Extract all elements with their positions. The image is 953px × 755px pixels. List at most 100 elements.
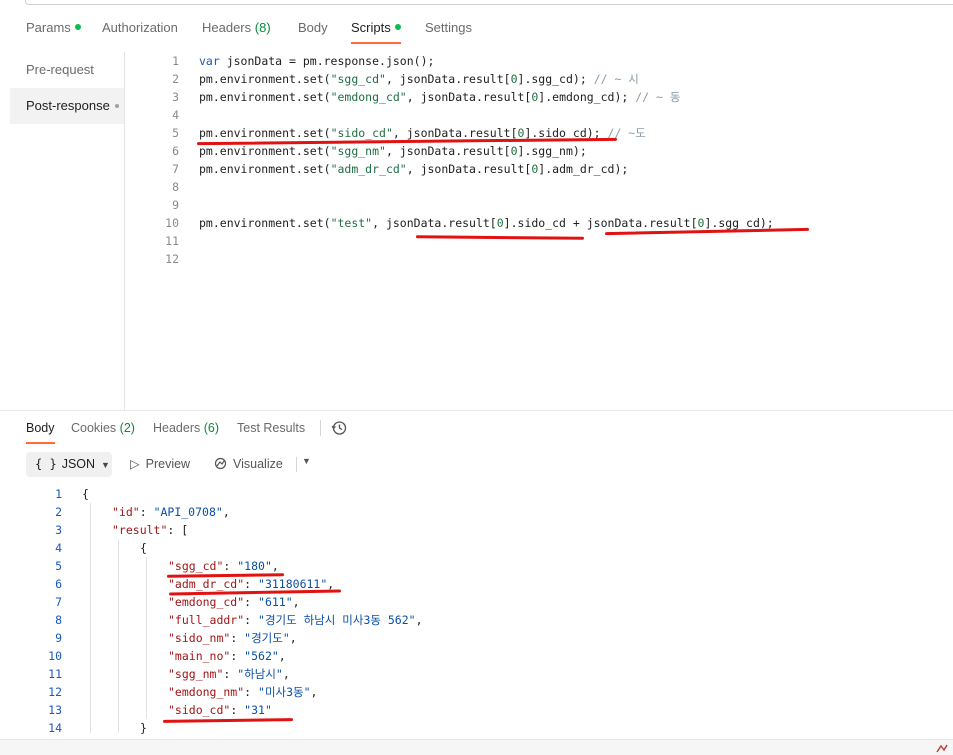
json-value: "611" bbox=[258, 595, 293, 609]
code-string: "adm_dr_cd" bbox=[330, 162, 407, 176]
url-input-frame[interactable] bbox=[25, 0, 953, 5]
json-line: 11 "sgg_nm": "하남시", bbox=[0, 665, 290, 683]
code-segment: , jsonData.result[ bbox=[406, 90, 532, 104]
code-segment: pm.environment.set( bbox=[199, 144, 331, 158]
code-segment: , jsonData.result[ bbox=[385, 72, 511, 86]
json-line: 3 "result": [ bbox=[0, 521, 188, 539]
code-text: pm.environment.set("sgg_nm", jsonData.re… bbox=[199, 142, 587, 160]
code-segment: ].emdong_cd); bbox=[538, 90, 636, 104]
format-separator bbox=[296, 457, 297, 472]
code-line: 2 pm.environment.set("sgg_cd", jsonData.r… bbox=[125, 70, 639, 88]
tab-headers-label: Headers bbox=[202, 20, 252, 35]
panel-divider[interactable] bbox=[0, 410, 953, 411]
line-number: 2 bbox=[55, 505, 62, 519]
json-brace: } bbox=[140, 721, 147, 735]
tab-headers-count: (8) bbox=[254, 20, 271, 35]
code-string: "emdong_cd" bbox=[330, 90, 407, 104]
tab-scripts[interactable]: Scripts bbox=[351, 20, 401, 44]
visualize-label: Visualize bbox=[233, 457, 283, 471]
tab-test-results[interactable]: Test Results bbox=[237, 421, 305, 444]
bootcamp-icon[interactable] bbox=[935, 742, 949, 754]
json-line: 12 "emdong_nm": "미사3동", bbox=[0, 683, 317, 701]
code-number: 0 bbox=[510, 144, 518, 158]
visualize-button[interactable]: Visualize bbox=[214, 452, 283, 477]
status-bar bbox=[0, 739, 953, 755]
script-nav-pre-request[interactable]: Pre-request bbox=[10, 52, 125, 88]
tab-test-results-label: Test Results bbox=[237, 421, 306, 435]
json-value: "31" bbox=[244, 703, 272, 717]
code-number: 0 bbox=[510, 72, 518, 86]
code-segment: jsonData = pm.response.json(); bbox=[219, 54, 435, 68]
json-key: "emdong_cd" bbox=[168, 595, 245, 609]
braces-icon: { } bbox=[35, 457, 57, 471]
chevron-down-icon: ▼ bbox=[101, 460, 110, 470]
response-tabs: Body Cookies (2) Headers (6) Test Result… bbox=[0, 414, 953, 444]
json-line: 9 "sido_nm": "경기도", bbox=[0, 629, 297, 647]
chevron-down-icon[interactable]: ▼ bbox=[302, 456, 314, 466]
tab-cookies[interactable]: Cookies (2) bbox=[71, 421, 135, 444]
request-tabs: Params Authorization Headers (8) Body Sc… bbox=[0, 14, 953, 44]
preview-label: Preview bbox=[145, 457, 191, 471]
tab-body[interactable]: Body bbox=[298, 20, 328, 44]
code-segment: ].adm_dr_cd); bbox=[538, 162, 629, 176]
line-number: 1 bbox=[55, 487, 62, 501]
tab-body-label: Body bbox=[298, 20, 328, 35]
code-comment: // ~ 시 bbox=[593, 72, 639, 86]
tab-params[interactable]: Params bbox=[26, 20, 81, 44]
json-key: "adm_dr_cd" bbox=[168, 577, 245, 591]
json-line: 10 "main_no": "562", bbox=[0, 647, 286, 665]
code-text: pm.environment.set("sgg_cd", jsonData.re… bbox=[199, 70, 639, 88]
code-line: 10 pm.environment.set("test", jsonData.re… bbox=[125, 214, 774, 232]
json-punct: , bbox=[271, 559, 279, 573]
visualize-icon bbox=[214, 457, 227, 470]
preview-button[interactable]: ▷ Preview bbox=[130, 452, 190, 477]
line-number: 4 bbox=[55, 541, 62, 555]
code-line: 3 pm.environment.set("emdong_cd", jsonDat… bbox=[125, 88, 680, 106]
line-number: 7 bbox=[172, 162, 179, 176]
json-brace: { bbox=[140, 541, 147, 555]
history-icon[interactable] bbox=[331, 420, 347, 436]
code-string: "sido_cd" bbox=[330, 126, 393, 140]
tab-authorization[interactable]: Authorization bbox=[102, 20, 178, 44]
tab-response-headers-count: (6) bbox=[203, 421, 220, 435]
code-segment: , jsonData.result[ bbox=[392, 126, 518, 140]
json-line: 7 "emdong_cd": "611", bbox=[0, 593, 300, 611]
json-key: "sido_nm" bbox=[168, 631, 231, 645]
code-string: "sgg_nm" bbox=[330, 144, 386, 158]
tab-settings[interactable]: Settings bbox=[425, 20, 472, 44]
tab-headers[interactable]: Headers (8) bbox=[202, 20, 271, 44]
json-value: "180" bbox=[237, 559, 272, 573]
line-number: 11 bbox=[165, 234, 179, 248]
tab-response-headers[interactable]: Headers (6) bbox=[153, 421, 219, 444]
code-segment: pm.environment.set( bbox=[199, 72, 331, 86]
json-key: "emdong_nm" bbox=[168, 685, 245, 699]
json-value: "562" bbox=[244, 649, 279, 663]
json-punct: , bbox=[289, 631, 297, 645]
tab-separator bbox=[320, 420, 321, 436]
line-number: 12 bbox=[165, 252, 179, 266]
code-line: 12 bbox=[125, 250, 179, 268]
line-number: 14 bbox=[48, 721, 62, 735]
json-value: "경기도 하남시 미사3동 562" bbox=[258, 613, 416, 627]
indent-guide bbox=[146, 557, 147, 719]
tab-response-body[interactable]: Body bbox=[26, 421, 55, 444]
play-outline-icon: ▷ bbox=[130, 457, 140, 471]
json-key: "sgg_nm" bbox=[168, 667, 224, 681]
code-text: pm.environment.set("emdong_cd", jsonData… bbox=[199, 88, 680, 106]
code-line: 5 pm.environment.set("sido_cd", jsonData.… bbox=[125, 124, 646, 142]
line-number: 3 bbox=[55, 523, 62, 537]
json-key: "main_no" bbox=[168, 649, 231, 663]
code-line: 1 var jsonData = pm.response.json(); bbox=[125, 52, 434, 70]
code-line: 7 pm.environment.set("adm_dr_cd", jsonDat… bbox=[125, 160, 628, 178]
line-number: 5 bbox=[55, 559, 62, 573]
format-select-value: JSON bbox=[61, 457, 96, 471]
url-bar-edge bbox=[0, 0, 953, 6]
code-segment: , jsonData.result[ bbox=[385, 144, 511, 158]
script-nav-post-response[interactable]: Post-response bbox=[10, 88, 125, 124]
json-punct: , bbox=[310, 685, 318, 699]
format-select[interactable]: { } JSON ▼ bbox=[26, 452, 112, 477]
line-number: 1 bbox=[172, 54, 179, 68]
tab-response-body-label: Body bbox=[26, 421, 55, 435]
params-status-dot bbox=[74, 24, 81, 30]
tab-settings-label: Settings bbox=[425, 20, 472, 35]
